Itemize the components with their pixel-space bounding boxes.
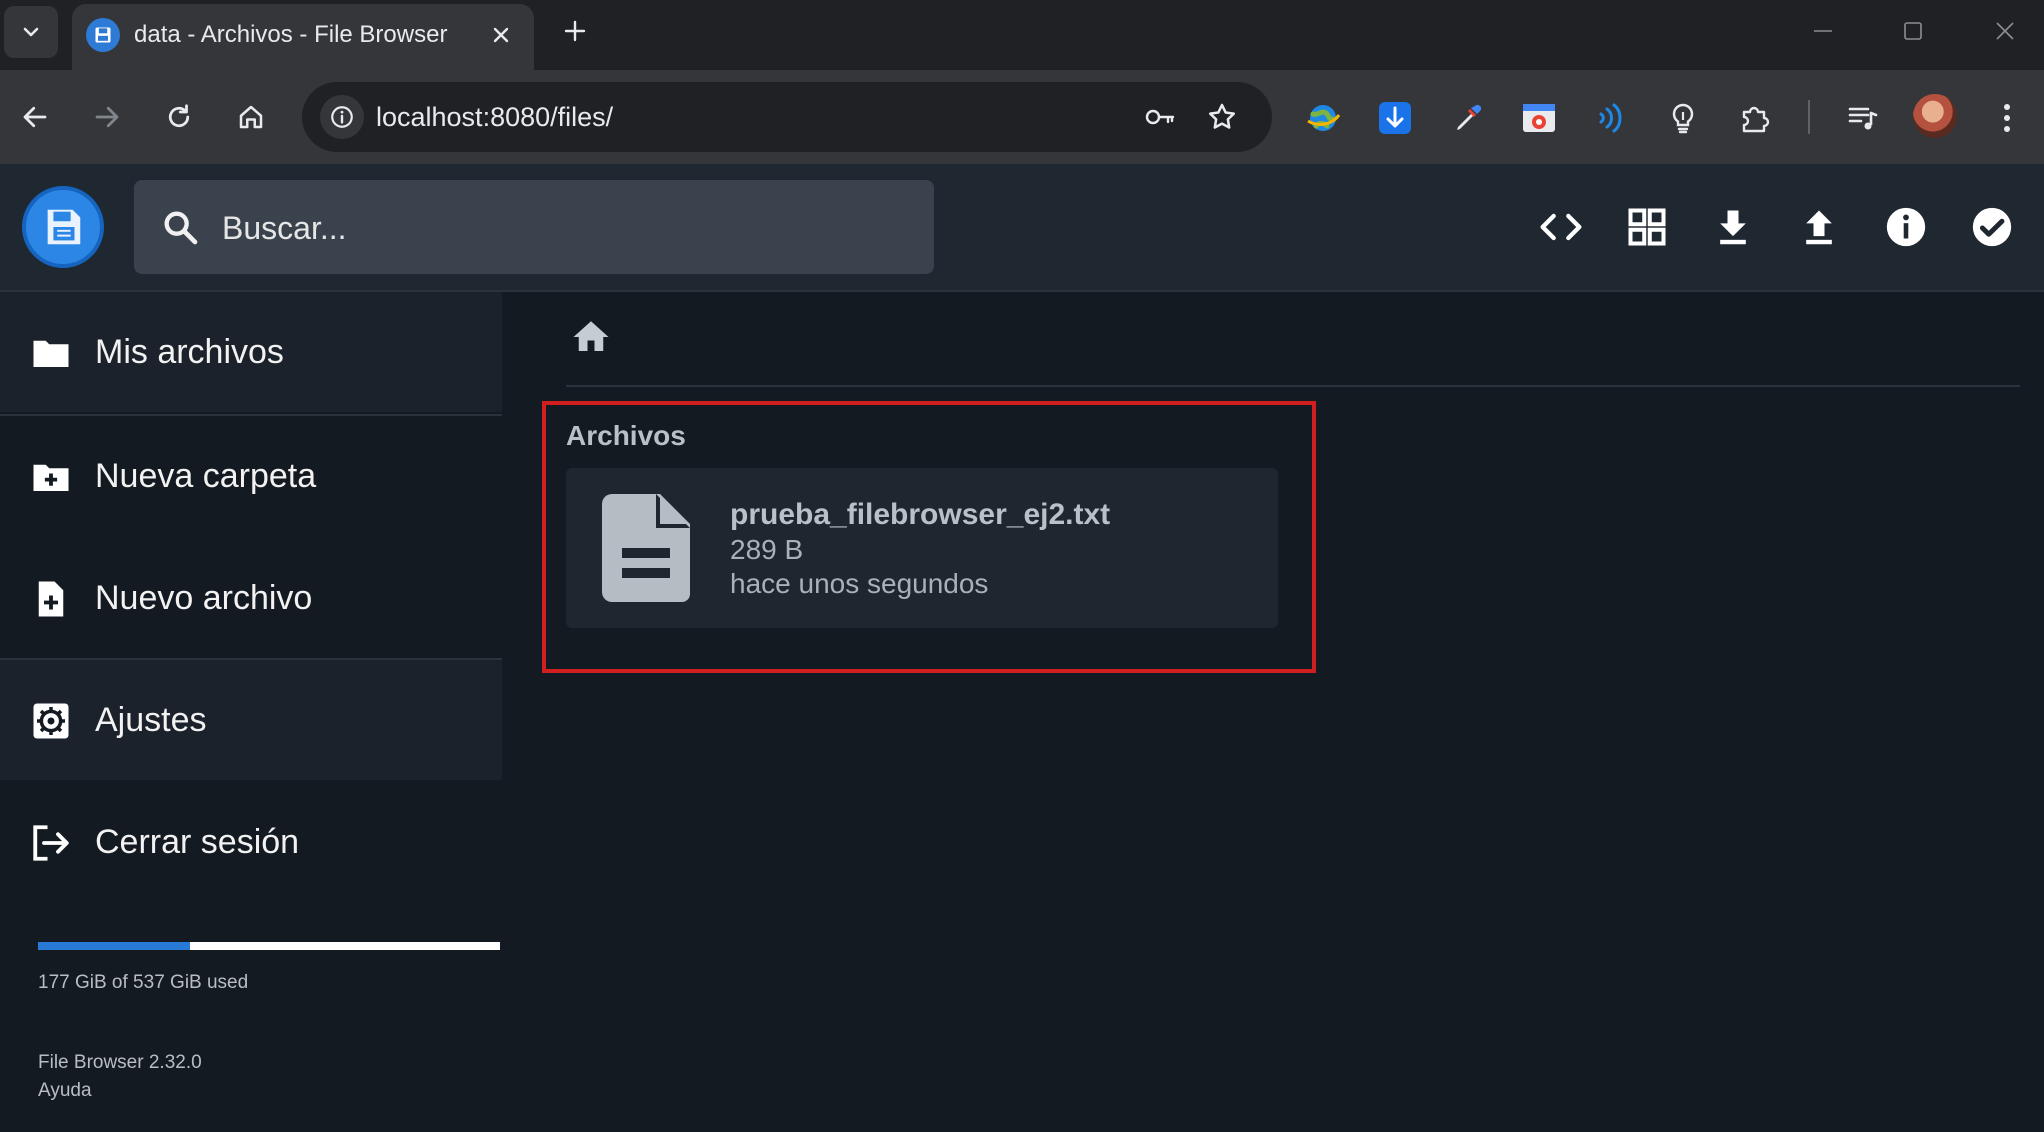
upload-button[interactable] [1793,201,1845,253]
info-button[interactable] [1880,201,1932,253]
minimize-icon [1814,30,1832,32]
close-icon [1996,22,2014,40]
sidebar-item-label: Ajustes [95,700,207,739]
reload-icon [168,104,190,128]
sidebar-item-cerrar-sesion[interactable]: Cerrar sesión [0,782,502,902]
breadcrumb-home[interactable] [566,312,616,362]
eyedropper-extension-icon[interactable] [1445,96,1489,140]
sidebar-item-label: Nuevo archivo [95,578,313,617]
sidebar-item-nueva-carpeta[interactable]: Nueva carpeta [0,416,502,536]
arrow-left-icon [23,106,47,128]
close-window-button[interactable] [1982,10,2028,52]
search-bar[interactable] [134,180,934,276]
sidebar-item-mis-archivos[interactable]: Mis archivos [0,292,502,412]
tab-list-button[interactable] [4,6,58,58]
close-icon [493,27,509,43]
settings-icon [30,700,72,742]
info-icon [331,106,353,128]
file-item[interactable]: prueba_filebrowser_ej2.txt 289 B hace un… [566,468,1278,628]
maximize-window-button[interactable] [1890,10,1936,52]
puzzle-extension-icon[interactable] [1733,96,1777,140]
home-icon [573,321,609,351]
key-icon [1145,109,1175,125]
disk-usage-bar [38,942,500,950]
maximize-icon [1904,22,1922,40]
tab-title: data - Archivos - File Browser [134,21,448,48]
media-queue-icon[interactable] [1841,96,1885,140]
browser-tabstrip: data - Archivos - File Browser [0,0,2044,70]
download-extension-icon[interactable] [1373,96,1417,140]
minimize-window-button[interactable] [1800,10,1846,52]
upload-icon [1806,210,1832,245]
filebrowser-logo[interactable] [22,186,104,268]
site-info-button[interactable] [320,95,364,139]
folder-icon [30,332,72,374]
new-folder-icon [30,456,72,498]
chevron-down-icon [23,27,39,37]
new-tab-button[interactable] [556,12,594,50]
grid-view-button[interactable] [1621,201,1673,253]
arrow-right-icon [95,106,119,128]
browser-menu-button[interactable] [1985,96,2029,140]
bookmark-button[interactable] [1200,95,1244,139]
plus-icon [564,20,586,42]
floppy-disk-icon [47,209,81,245]
password-manager-button[interactable] [1138,95,1182,139]
close-tab-button[interactable] [484,18,518,52]
sidebar-item-ajustes[interactable]: Ajustes [0,660,502,780]
search-icon [164,211,198,245]
disk-usage-text: 177 GiB of 537 GiB used [38,972,249,993]
read-aloud-extension-icon[interactable] [1589,96,1633,140]
filebrowser-favicon-icon [86,18,120,52]
reload-button[interactable] [156,94,202,140]
file-name: prueba_filebrowser_ej2.txt [730,498,1111,531]
address-bar[interactable]: localhost:8080/files/ [302,82,1272,152]
file-modified: hace unos segundos [730,568,989,599]
sidebar-item-label: Cerrar sesión [95,822,300,861]
browser-tab-active[interactable]: data - Archivos - File Browser [72,4,534,70]
url-text[interactable]: localhost:8080/files/ [376,82,613,152]
bulb-extension-icon[interactable] [1661,96,1705,140]
disk-usage-fill [38,942,191,950]
section-title: Archivos [566,420,686,451]
sidebar-item-nuevo-archivo[interactable]: Nuevo archivo [0,538,502,658]
select-multiple-button[interactable] [1966,201,2018,253]
logout-icon [30,822,72,864]
profile-avatar[interactable] [1913,94,1957,138]
download-button[interactable] [1707,201,1759,253]
search-input[interactable] [220,180,914,276]
download-icon [1720,210,1746,245]
file-size: 289 B [730,534,804,565]
forward-button[interactable] [84,94,130,140]
breadcrumb-divider [566,385,2020,387]
info-icon [1886,207,1926,247]
sidebar: Mis archivos Nueva carpeta Nuevo archivo… [0,292,504,1132]
code-view-icon [1540,213,1582,241]
home-button[interactable] [228,94,274,140]
text-file-icon [602,494,690,602]
home-icon [239,105,263,129]
screenshot-extension-icon[interactable] [1517,96,1561,140]
sidebar-item-label: Mis archivos [95,332,284,371]
version-text: File Browser 2.32.0 [38,1052,202,1073]
sidebar-item-label: Nueva carpeta [95,456,317,495]
select-check-icon [1972,207,2012,247]
globe-extension-icon[interactable] [1301,96,1345,140]
back-button[interactable] [12,94,58,140]
switch-view-code-button[interactable] [1535,201,1587,253]
toolbar-separator [1808,100,1810,134]
grid-view-icon [1628,208,1666,246]
new-file-icon [30,578,72,620]
app-header [0,164,2044,292]
kebab-menu-icon [2004,104,2010,132]
star-icon [1209,103,1235,129]
help-link[interactable]: Ayuda [38,1080,92,1102]
